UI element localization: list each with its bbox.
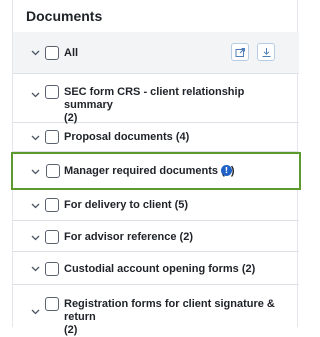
share-button[interactable]: [231, 43, 249, 61]
document-category-row[interactable]: For advisor reference (2): [13, 221, 299, 252]
chevron-down-icon[interactable]: [30, 233, 40, 243]
category-label: Manager required documents (2): [64, 165, 235, 177]
select-all-checkbox[interactable]: [45, 46, 59, 60]
document-category-row[interactable]: Proposal documents (4): [13, 123, 299, 152]
document-category-row[interactable]: Custodial account opening forms (2): [13, 252, 299, 285]
category-label: Proposal documents (4): [64, 131, 190, 143]
highlighted-category-row[interactable]: Manager required documents (2) !: [11, 152, 301, 190]
chevron-down-icon[interactable]: [30, 307, 40, 317]
chevron-down-icon[interactable]: [30, 133, 40, 143]
category-checkbox[interactable]: [45, 85, 59, 99]
panel-title: Documents: [26, 8, 103, 24]
download-button[interactable]: [257, 43, 275, 61]
download-icon: [262, 47, 270, 57]
documents-panel: Documents All SEC form CRS - client rela…: [11, 0, 301, 336]
chevron-down-icon[interactable]: [30, 201, 40, 211]
category-checkbox[interactable]: [46, 164, 60, 178]
category-checkbox[interactable]: [45, 262, 59, 276]
info-icon[interactable]: !: [221, 165, 232, 176]
category-label: Custodial account opening forms (2): [64, 263, 256, 275]
chevron-down-icon[interactable]: [30, 48, 40, 58]
category-label: For delivery to client (5): [64, 199, 189, 211]
chevron-down-icon[interactable]: [30, 167, 40, 177]
all-label: All: [64, 47, 79, 59]
document-category-row[interactable]: Registration forms for client signature …: [13, 285, 299, 336]
chevron-down-icon[interactable]: [30, 264, 40, 274]
document-category-row[interactable]: For delivery to client (5): [13, 190, 299, 221]
all-documents-row[interactable]: All: [13, 32, 299, 74]
category-label: Registration forms for client signature …: [64, 298, 275, 336]
category-label: SEC form CRS - client relationship summa…: [64, 86, 245, 124]
category-checkbox[interactable]: [45, 230, 59, 244]
document-category-row[interactable]: SEC form CRS - client relationship summa…: [13, 74, 299, 124]
category-checkbox[interactable]: [45, 297, 59, 311]
category-checkbox[interactable]: [45, 130, 59, 144]
category-label: For advisor reference (2): [64, 231, 193, 243]
chevron-down-icon[interactable]: [30, 90, 40, 100]
category-checkbox[interactable]: [45, 198, 59, 212]
share-icon: [235, 47, 245, 57]
